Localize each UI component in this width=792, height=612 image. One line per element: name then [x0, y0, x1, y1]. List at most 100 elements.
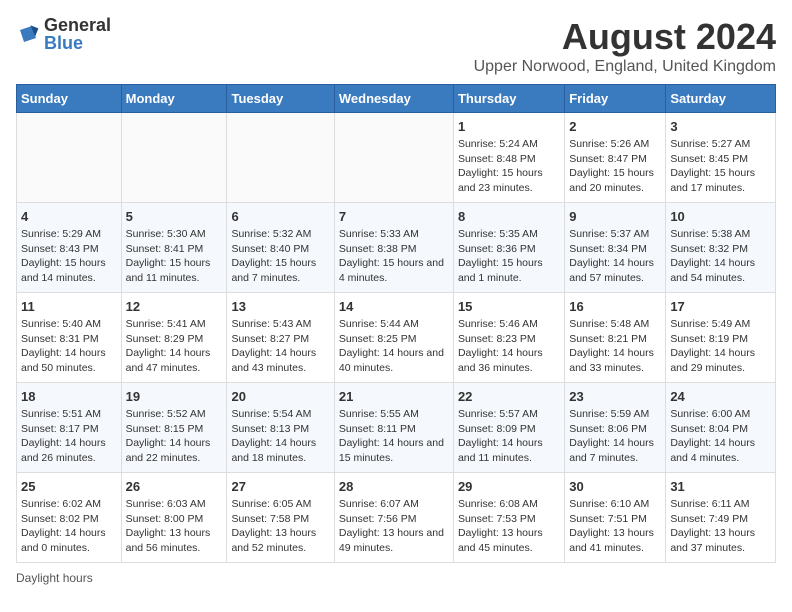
- day-cell: 26Sunrise: 6:03 AMSunset: 8:00 PMDayligh…: [121, 473, 227, 563]
- day-info: Sunrise: 5:27 AMSunset: 8:45 PMDaylight:…: [670, 137, 771, 196]
- logo-text-general: General: [44, 16, 111, 34]
- day-number: 23: [569, 389, 661, 404]
- day-info: Sunrise: 5:55 AMSunset: 8:11 PMDaylight:…: [339, 407, 449, 466]
- day-number: 18: [21, 389, 117, 404]
- day-info: Sunrise: 6:03 AMSunset: 8:00 PMDaylight:…: [126, 497, 223, 556]
- day-number: 28: [339, 479, 449, 494]
- logo-icon: [16, 22, 40, 46]
- day-number: 22: [458, 389, 560, 404]
- day-number: 30: [569, 479, 661, 494]
- footer-note: Daylight hours: [16, 571, 776, 585]
- week-row-2: 4Sunrise: 5:29 AMSunset: 8:43 PMDaylight…: [17, 203, 776, 293]
- day-number: 13: [231, 299, 329, 314]
- day-number: 7: [339, 209, 449, 224]
- day-cell: 22 Sunrise: 5:57 AMSunset: 8:09 PMDayligh…: [453, 383, 564, 473]
- day-number: 20: [231, 389, 329, 404]
- day-cell: 29 Sunrise: 6:08 AMSunset: 7:53 PMDayligh…: [453, 473, 564, 563]
- day-cell: 28 Sunrise: 6:07 AMSunset: 7:56 PMDayligh…: [334, 473, 453, 563]
- week-row-4: 18 Sunrise: 5:51 AMSunset: 8:17 PMDayligh…: [17, 383, 776, 473]
- day-info: Sunrise: 5:30 AMSunset: 8:41 PMDaylight:…: [126, 227, 223, 286]
- day-info: Sunrise: 6:07 AMSunset: 7:56 PMDaylight:…: [339, 497, 449, 556]
- header-row: SundayMondayTuesdayWednesdayThursdayFrid…: [17, 85, 776, 113]
- week-row-5: 25 Sunrise: 6:02 AMSunset: 8:02 PMDayligh…: [17, 473, 776, 563]
- footer-note-text: Daylight hours: [16, 571, 93, 585]
- day-cell: 4Sunrise: 5:29 AMSunset: 8:43 PMDaylight…: [17, 203, 122, 293]
- day-cell: 17 Sunrise: 5:49 AMSunset: 8:19 PMDayligh…: [666, 293, 776, 383]
- header-monday: Monday: [121, 85, 227, 113]
- day-number: 5: [126, 209, 223, 224]
- day-cell: 2 Sunrise: 5:26 AMSunset: 8:47 PMDaylight…: [565, 113, 666, 203]
- day-number: 15: [458, 299, 560, 314]
- day-cell: [17, 113, 122, 203]
- day-info: Sunrise: 5:49 AMSunset: 8:19 PMDaylight:…: [670, 317, 771, 376]
- day-cell: 15Sunrise: 5:46 AMSunset: 8:23 PMDayligh…: [453, 293, 564, 383]
- day-info: Sunrise: 5:32 AMSunset: 8:40 PMDaylight:…: [231, 227, 329, 286]
- day-info: Sunrise: 6:02 AMSunset: 8:02 PMDaylight:…: [21, 497, 117, 556]
- day-info: Sunrise: 5:48 AMSunset: 8:21 PMDaylight:…: [569, 317, 661, 376]
- location: Upper Norwood, England, United Kingdom: [474, 58, 776, 76]
- day-number: 29: [458, 479, 560, 494]
- logo: General Blue: [16, 16, 111, 52]
- header-area: General Blue August 2024 Upper Norwood, …: [16, 16, 776, 76]
- header-tuesday: Tuesday: [227, 85, 334, 113]
- header-thursday: Thursday: [453, 85, 564, 113]
- day-info: Sunrise: 5:37 AMSunset: 8:34 PMDaylight:…: [569, 227, 661, 286]
- day-cell: 6 Sunrise: 5:32 AMSunset: 8:40 PMDaylight…: [227, 203, 334, 293]
- day-info: Sunrise: 6:00 AMSunset: 8:04 PMDaylight:…: [670, 407, 771, 466]
- day-number: 6: [231, 209, 329, 224]
- month-year: August 2024: [474, 16, 776, 58]
- day-cell: 31Sunrise: 6:11 AMSunset: 7:49 PMDayligh…: [666, 473, 776, 563]
- header-sunday: Sunday: [17, 85, 122, 113]
- day-info: Sunrise: 5:59 AMSunset: 8:06 PMDaylight:…: [569, 407, 661, 466]
- day-cell: 8 Sunrise: 5:35 AMSunset: 8:36 PMDaylight…: [453, 203, 564, 293]
- day-info: Sunrise: 6:05 AMSunset: 7:58 PMDaylight:…: [231, 497, 329, 556]
- day-info: Sunrise: 5:40 AMSunset: 8:31 PMDaylight:…: [21, 317, 117, 376]
- logo-text-blue: Blue: [44, 34, 111, 52]
- day-number: 14: [339, 299, 449, 314]
- day-number: 24: [670, 389, 771, 404]
- week-row-3: 11 Sunrise: 5:40 AMSunset: 8:31 PMDayligh…: [17, 293, 776, 383]
- day-number: 8: [458, 209, 560, 224]
- day-info: Sunrise: 5:33 AMSunset: 8:38 PMDaylight:…: [339, 227, 449, 286]
- day-number: 25: [21, 479, 117, 494]
- day-info: Sunrise: 5:35 AMSunset: 8:36 PMDaylight:…: [458, 227, 560, 286]
- day-cell: 25 Sunrise: 6:02 AMSunset: 8:02 PMDayligh…: [17, 473, 122, 563]
- day-cell: 9 Sunrise: 5:37 AMSunset: 8:34 PMDaylight…: [565, 203, 666, 293]
- day-info: Sunrise: 5:41 AMSunset: 8:29 PMDaylight:…: [126, 317, 223, 376]
- day-number: 10: [670, 209, 771, 224]
- day-number: 21: [339, 389, 449, 404]
- day-number: 4: [21, 209, 117, 224]
- day-cell: 18 Sunrise: 5:51 AMSunset: 8:17 PMDayligh…: [17, 383, 122, 473]
- day-number: 11: [21, 299, 117, 314]
- day-info: Sunrise: 6:08 AMSunset: 7:53 PMDaylight:…: [458, 497, 560, 556]
- header-wednesday: Wednesday: [334, 85, 453, 113]
- day-cell: 14Sunrise: 5:44 AMSunset: 8:25 PMDayligh…: [334, 293, 453, 383]
- day-number: 31: [670, 479, 771, 494]
- day-info: Sunrise: 5:26 AMSunset: 8:47 PMDaylight:…: [569, 137, 661, 196]
- day-info: Sunrise: 5:57 AMSunset: 8:09 PMDaylight:…: [458, 407, 560, 466]
- day-cell: 7 Sunrise: 5:33 AMSunset: 8:38 PMDaylight…: [334, 203, 453, 293]
- day-info: Sunrise: 5:54 AMSunset: 8:13 PMDaylight:…: [231, 407, 329, 466]
- day-number: 9: [569, 209, 661, 224]
- day-cell: 30 Sunrise: 6:10 AMSunset: 7:51 PMDayligh…: [565, 473, 666, 563]
- day-number: 2: [569, 119, 661, 134]
- day-cell: 23 Sunrise: 5:59 AMSunset: 8:06 PMDayligh…: [565, 383, 666, 473]
- day-info: Sunrise: 5:24 AMSunset: 8:48 PMDaylight:…: [458, 137, 560, 196]
- day-cell: 24 Sunrise: 6:00 AMSunset: 8:04 PMDayligh…: [666, 383, 776, 473]
- day-number: 17: [670, 299, 771, 314]
- day-cell: 21 Sunrise: 5:55 AMSunset: 8:11 PMDayligh…: [334, 383, 453, 473]
- day-cell: 10 Sunrise: 5:38 AMSunset: 8:32 PMDayligh…: [666, 203, 776, 293]
- day-info: Sunrise: 5:51 AMSunset: 8:17 PMDaylight:…: [21, 407, 117, 466]
- day-cell: 16Sunrise: 5:48 AMSunset: 8:21 PMDayligh…: [565, 293, 666, 383]
- day-cell: [334, 113, 453, 203]
- day-cell: 27Sunrise: 6:05 AMSunset: 7:58 PMDayligh…: [227, 473, 334, 563]
- day-info: Sunrise: 5:38 AMSunset: 8:32 PMDaylight:…: [670, 227, 771, 286]
- week-row-1: 1Sunrise: 5:24 AMSunset: 8:48 PMDaylight…: [17, 113, 776, 203]
- day-cell: [227, 113, 334, 203]
- day-cell: 1Sunrise: 5:24 AMSunset: 8:48 PMDaylight…: [453, 113, 564, 203]
- day-cell: 12Sunrise: 5:41 AMSunset: 8:29 PMDayligh…: [121, 293, 227, 383]
- day-info: Sunrise: 6:10 AMSunset: 7:51 PMDaylight:…: [569, 497, 661, 556]
- day-cell: [121, 113, 227, 203]
- day-cell: 11 Sunrise: 5:40 AMSunset: 8:31 PMDayligh…: [17, 293, 122, 383]
- day-cell: 19Sunrise: 5:52 AMSunset: 8:15 PMDayligh…: [121, 383, 227, 473]
